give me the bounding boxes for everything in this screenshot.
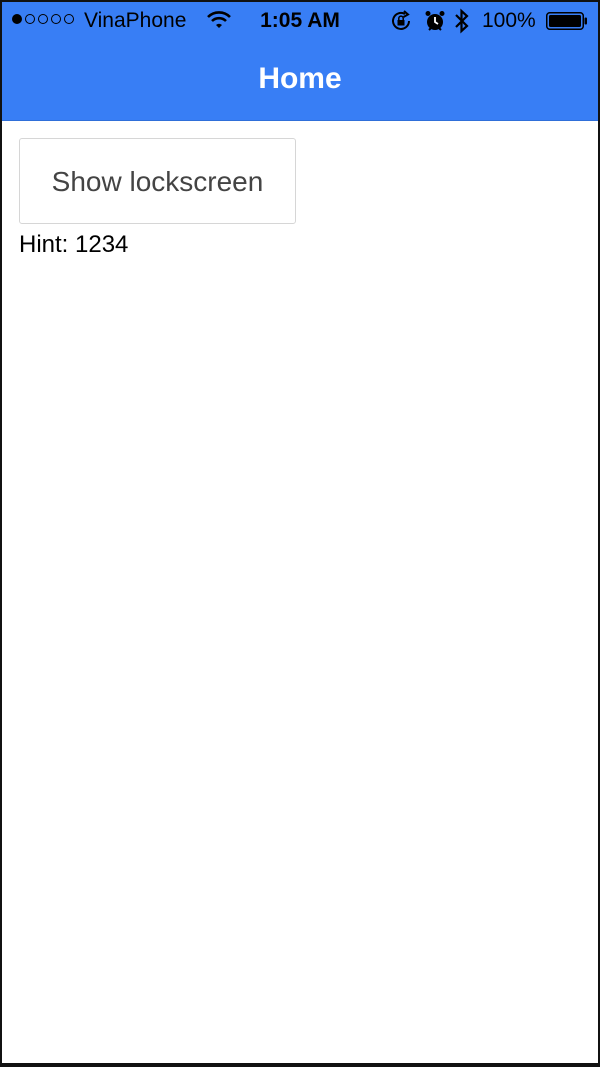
app-screen: VinaPhone 1:05 AM 100% Home Show lockscr…: [2, 2, 598, 1063]
alarm-icon: [425, 11, 445, 31]
bluetooth-icon: [455, 8, 469, 34]
rotation-lock-icon: [392, 10, 410, 30]
battery-icon: [546, 12, 587, 30]
wifi-icon: [207, 11, 231, 28]
show-lockscreen-button[interactable]: Show lockscreen: [19, 138, 296, 224]
signal-strength-icon: [12, 14, 74, 24]
status-bar: VinaPhone 1:05 AM 100%: [2, 2, 598, 40]
hint-text: Hint: 1234: [19, 231, 129, 258]
carrier-name: VinaPhone: [84, 9, 187, 32]
page-title: Home: [258, 62, 342, 95]
battery-percentage: 100%: [482, 9, 536, 32]
